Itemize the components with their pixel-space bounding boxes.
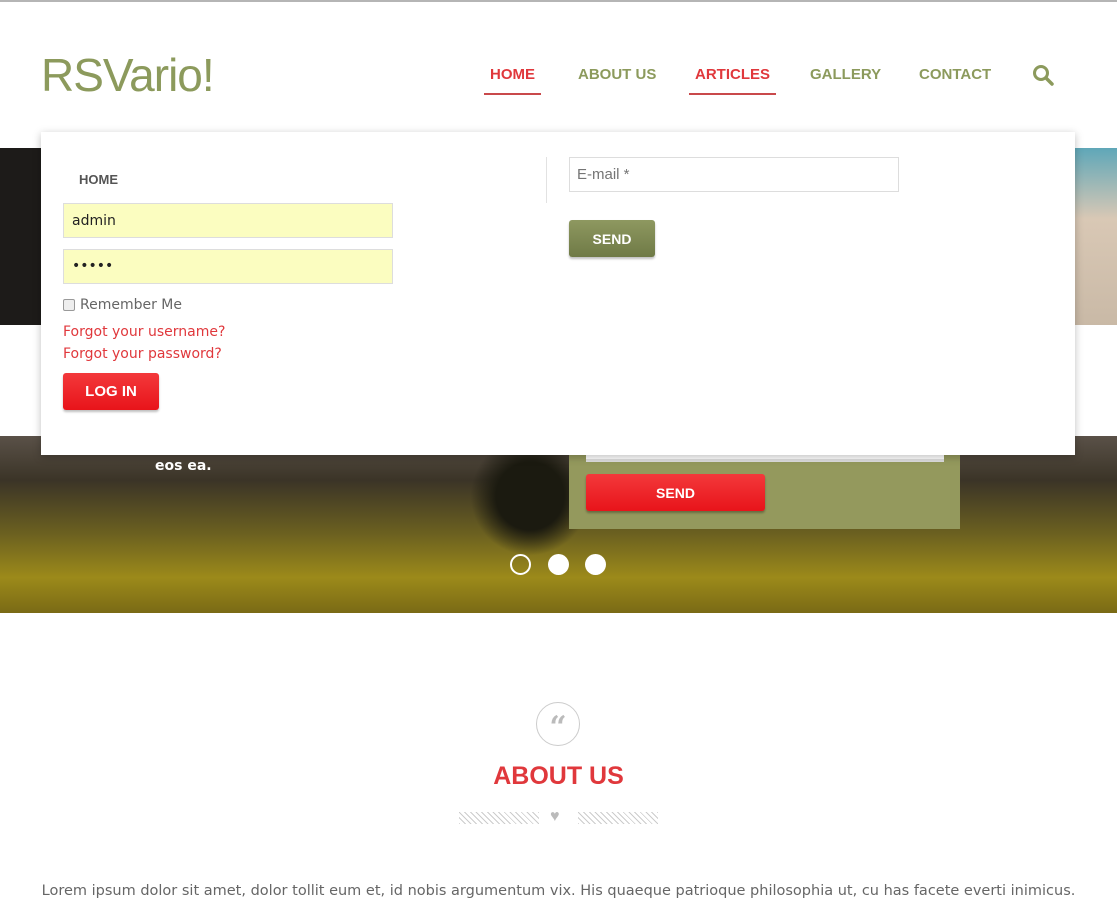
nav-home[interactable]: HOME — [484, 66, 541, 95]
hero-image-top-left — [0, 148, 41, 325]
nav-gallery[interactable]: GALLERY — [804, 66, 887, 93]
remember-me[interactable]: Remember Me — [63, 297, 182, 313]
nav-about-us[interactable]: ABOUT US — [572, 66, 662, 93]
heart-icon: ♥ — [550, 808, 560, 825]
password-input[interactable]: ••••• — [63, 249, 393, 284]
login-button[interactable]: LOG IN — [63, 373, 159, 410]
email-input[interactable] — [569, 157, 899, 192]
slider-dot-1[interactable] — [510, 554, 531, 575]
panel-divider — [546, 157, 547, 203]
slider-dot-2[interactable] — [548, 554, 569, 575]
nav-contact[interactable]: CONTACT — [913, 66, 997, 93]
about-text: Lorem ipsum dolor sit amet, dolor tollit… — [41, 883, 1076, 899]
remember-checkbox[interactable] — [63, 299, 75, 311]
about-title: ABOUT US — [493, 762, 624, 790]
username-input[interactable] — [63, 203, 393, 238]
hero-text: eos ea. — [155, 458, 212, 474]
site-logo[interactable]: RSVario! — [41, 48, 215, 102]
hero-send-button[interactable]: SEND — [586, 474, 765, 511]
divider-hatch-right — [578, 812, 658, 824]
dropdown-panel — [41, 132, 1075, 455]
nav-articles[interactable]: ARTICLES — [689, 66, 776, 95]
send-button[interactable]: SEND — [569, 220, 655, 257]
quote-icon: “ — [536, 702, 580, 746]
search-icon[interactable] — [1032, 64, 1054, 86]
remember-label: Remember Me — [80, 297, 182, 313]
hero-image-top-right — [1075, 148, 1117, 325]
forgot-password-link[interactable]: Forgot your password? — [63, 346, 222, 362]
slider-dot-3[interactable] — [585, 554, 606, 575]
login-title: HOME — [79, 172, 118, 187]
forgot-username-link[interactable]: Forgot your username? — [63, 324, 225, 340]
divider-hatch-left — [459, 812, 539, 824]
